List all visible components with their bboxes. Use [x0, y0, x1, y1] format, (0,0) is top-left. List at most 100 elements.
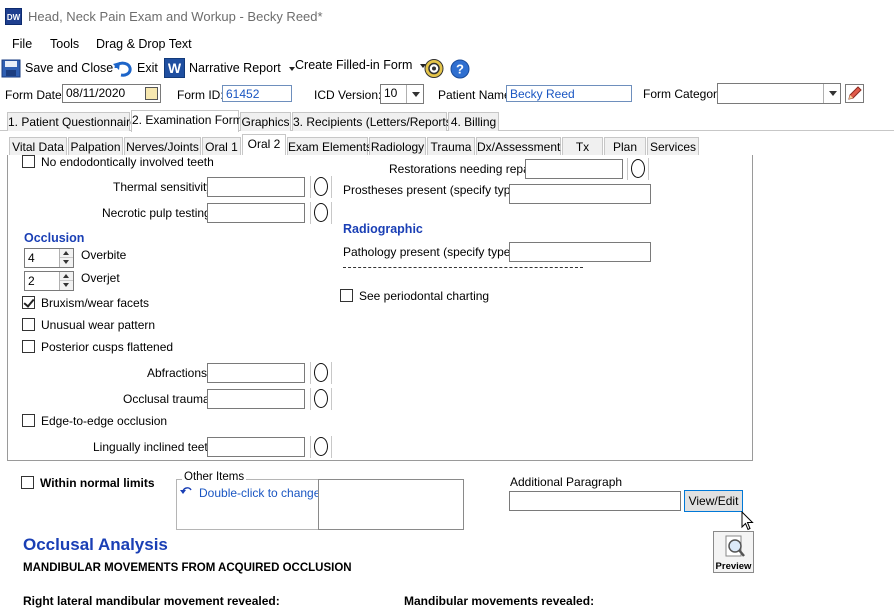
- patient-name-field[interactable]: Becky Reed: [506, 85, 632, 102]
- subtab-services[interactable]: Services: [647, 137, 699, 155]
- perio-charting-label: See periodontal charting: [359, 289, 490, 303]
- exit-button[interactable]: Exit: [137, 61, 158, 75]
- double-click-link[interactable]: Double-click to change: [199, 486, 320, 500]
- mandibular-revealed-label: Mandibular movements revealed:: [404, 594, 595, 608]
- view-edit-button[interactable]: View/Edit: [684, 490, 743, 512]
- overbite-label: Overbite: [81, 248, 127, 262]
- preview-button[interactable]: Preview: [713, 531, 754, 573]
- menu-drag-drop[interactable]: Drag & Drop Text: [96, 37, 192, 51]
- occlusal-trauma-field[interactable]: [207, 389, 305, 409]
- restorations-field[interactable]: [525, 159, 623, 179]
- form-id-field[interactable]: 61452: [222, 85, 292, 102]
- save-icon[interactable]: [1, 59, 21, 78]
- overbite-stepper[interactable]: 4: [24, 248, 74, 268]
- thermal-sensitivity-field[interactable]: [207, 177, 305, 197]
- subtab-vital-data[interactable]: Vital Data: [9, 137, 67, 155]
- subtab-dx-assessment[interactable]: Dx/Assessment: [476, 137, 561, 155]
- spin-up-icon[interactable]: [60, 249, 73, 258]
- form-id-label: Form ID:: [177, 88, 224, 102]
- perio-charting-checkbox[interactable]: [340, 289, 353, 302]
- spin-up-icon[interactable]: [60, 272, 73, 281]
- tab-examination-form[interactable]: 2. Examination Form: [131, 110, 243, 132]
- edge-to-edge-checkbox[interactable]: [22, 414, 35, 427]
- posterior-cusps-label: Posterior cusps flattened: [41, 340, 174, 354]
- bruxism-checkbox[interactable]: [22, 296, 35, 309]
- within-normal-label: Within normal limits: [40, 476, 155, 490]
- subtab-tx[interactable]: Tx: [562, 137, 603, 155]
- calendar-icon[interactable]: [145, 87, 158, 100]
- thermal-sensitivity-label: Thermal sensitivity: [113, 180, 213, 194]
- word-icon[interactable]: W: [164, 58, 185, 78]
- thermal-toggle[interactable]: [310, 176, 332, 198]
- narrative-report-label: Narrative Report: [189, 61, 281, 75]
- unusual-wear-checkbox[interactable]: [22, 318, 35, 331]
- tab-patient-questionnaire[interactable]: 1. Patient Questionnaire: [7, 112, 137, 131]
- create-filled-form-button[interactable]: Create Filled-in Form: [295, 58, 426, 72]
- other-items-list[interactable]: [318, 479, 464, 530]
- help-icon[interactable]: ?: [450, 59, 470, 79]
- subtab-exam-elements[interactable]: Exam Elements: [287, 137, 372, 155]
- lingually-inclined-label: Lingually inclined teeth: [93, 440, 215, 454]
- radiographic-heading: Radiographic: [343, 222, 423, 236]
- pathology-label: Pathology present (specify type): [343, 245, 515, 259]
- posterior-cusps-checkbox[interactable]: [22, 340, 35, 353]
- prostheses-field[interactable]: [509, 184, 651, 204]
- menu-tools[interactable]: Tools: [50, 37, 79, 51]
- tab-billing[interactable]: 4. Billing: [448, 112, 499, 131]
- preview-label: Preview: [715, 561, 752, 572]
- subtab-oral-2[interactable]: Oral 2: [242, 134, 286, 156]
- svg-text:?: ?: [456, 62, 464, 77]
- subtab-oral-1[interactable]: Oral 1: [202, 137, 241, 155]
- form-date-value: 08/11/2020: [66, 86, 126, 100]
- tab-graphics[interactable]: Graphics: [240, 112, 291, 131]
- tab-recipients[interactable]: 3. Recipients (Letters/Reports): [292, 112, 456, 131]
- patient-name-label: Patient Name: [438, 88, 511, 102]
- subtab-trauma[interactable]: Trauma: [427, 137, 475, 155]
- bruxism-label: Bruxism/wear facets: [41, 296, 150, 310]
- subtab-palpation[interactable]: Palpation: [68, 137, 123, 155]
- additional-paragraph-field[interactable]: [509, 491, 681, 511]
- edge-to-edge-label: Edge-to-edge occlusion: [41, 414, 168, 428]
- lingually-inclined-field[interactable]: [207, 437, 305, 457]
- icd-version-select[interactable]: 10: [380, 84, 424, 104]
- overbite-value: 4: [28, 251, 35, 265]
- overjet-stepper[interactable]: 2: [24, 271, 74, 291]
- subtab-nerves-joints[interactable]: Nerves/Joints: [124, 137, 201, 155]
- abfractions-label: Abfractions: [147, 366, 208, 380]
- edit-pencil-icon[interactable]: [845, 84, 864, 103]
- window-title: Head, Neck Pain Exam and Workup - Becky …: [28, 9, 323, 24]
- settings-gear-icon[interactable]: [423, 58, 445, 79]
- save-close-button[interactable]: Save and Close: [25, 61, 113, 75]
- form-date-field[interactable]: 08/11/2020: [62, 84, 161, 103]
- restorations-toggle[interactable]: [627, 158, 649, 180]
- icd-version-label: ICD Version:: [314, 88, 382, 102]
- form-date-label: Form Date: [5, 88, 62, 102]
- mandibular-movements-heading: MANDIBULAR MOVEMENTS FROM ACQUIRED OCCLU…: [23, 562, 352, 574]
- subtab-radiology[interactable]: Radiology: [369, 137, 426, 155]
- lingually-toggle[interactable]: [310, 436, 332, 458]
- subtab-plan[interactable]: Plan: [604, 137, 646, 155]
- restorations-label: Restorations needing repair: [389, 162, 537, 176]
- spin-down-icon[interactable]: [60, 258, 73, 267]
- oval-icon: [314, 203, 328, 222]
- pathology-field[interactable]: [509, 242, 651, 262]
- other-items-label: Other Items: [182, 471, 247, 483]
- oral-2-panel: No endodontically involved teeth Thermal…: [7, 155, 753, 461]
- no-endo-checkbox[interactable]: [22, 155, 35, 168]
- oval-icon: [631, 159, 645, 178]
- abfractions-field[interactable]: [207, 363, 305, 383]
- narrative-report-button[interactable]: Narrative Report: [189, 61, 296, 75]
- menu-file[interactable]: File: [12, 37, 32, 51]
- no-endo-label: No endodontically involved teeth: [41, 155, 214, 169]
- magnifier-icon: [725, 535, 745, 557]
- undo-exit-icon[interactable]: [112, 58, 134, 79]
- spin-down-icon[interactable]: [60, 281, 73, 290]
- overjet-label: Overjet: [81, 271, 120, 285]
- form-category-select[interactable]: [717, 83, 841, 104]
- occlusal-trauma-toggle[interactable]: [310, 388, 332, 410]
- abfractions-toggle[interactable]: [310, 362, 332, 384]
- necrotic-pulp-field[interactable]: [207, 203, 305, 223]
- icd-version-value: 10: [384, 86, 398, 100]
- necrotic-toggle[interactable]: [310, 202, 332, 224]
- within-normal-checkbox[interactable]: [21, 476, 34, 489]
